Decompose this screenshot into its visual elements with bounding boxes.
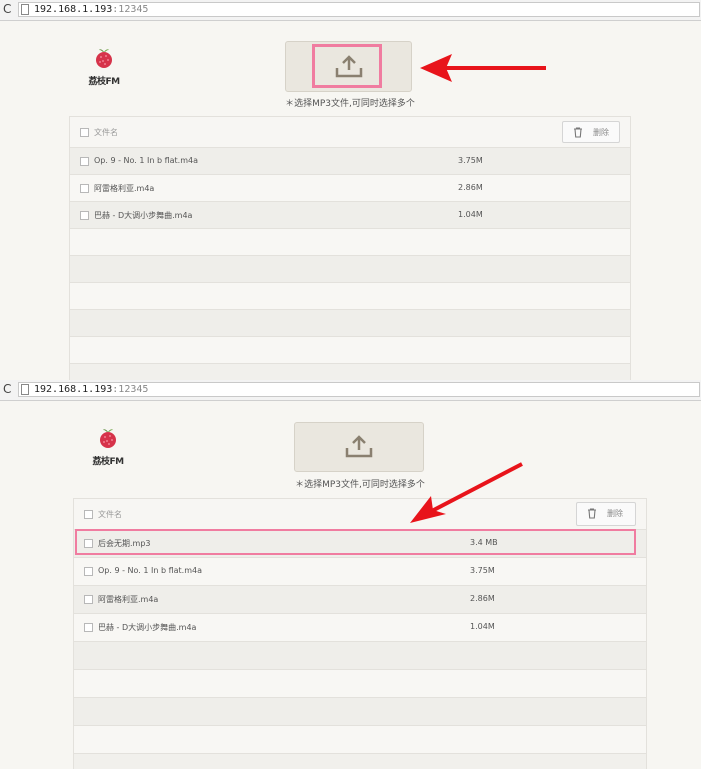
arrow-annotation-icon <box>410 462 523 523</box>
top-screenshot-panel: C 192.168.1.193:12345 荔枝FM ＊选择MP3文件,可同时选… <box>0 0 701 380</box>
arrow-annotation-icon <box>420 54 546 82</box>
bottom-screenshot-panel: C 192.168.1.193:12345 荔枝FM ＊选择MP3文件,可同时选… <box>0 380 701 769</box>
